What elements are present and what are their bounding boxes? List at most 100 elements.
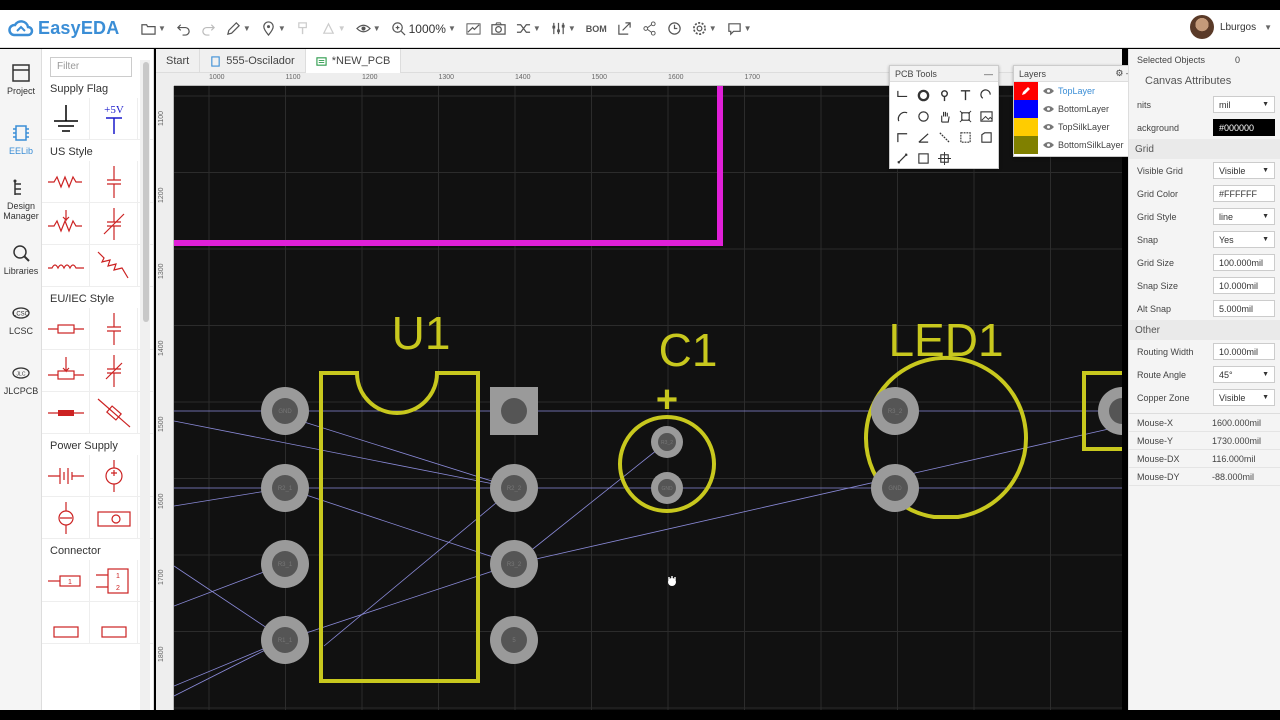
thermistor-symbol[interactable] [90,245,138,287]
route-angle-select[interactable]: 45° ▼ [1213,366,1275,383]
category-supply-flag[interactable]: Supply Flag [42,77,153,98]
potentiometer-us-symbol[interactable] [42,203,90,245]
inductor-us-symbol[interactable] [42,245,90,287]
text-tool[interactable] [955,85,976,106]
variable-capacitor-eu-symbol[interactable] [90,350,138,392]
alt-snap-field[interactable]: 5.000mil [1213,300,1275,317]
layer-row-topsilklayer[interactable]: TopSilkLayer [1014,118,1140,136]
capacitor-eu-symbol[interactable] [90,308,138,350]
current-source-symbol[interactable] [42,497,90,539]
layer-color-swatch[interactable] [1014,82,1038,100]
bom-button[interactable]: BOM [581,15,612,43]
other-section-header[interactable]: Other [1129,320,1280,340]
category-eu-iec-style[interactable]: EU/IEC Style [42,287,153,308]
header-2pin-symbol[interactable]: 12 [90,560,138,602]
layer-color-swatch[interactable] [1014,100,1038,118]
place-menu-button[interactable]: ▼ [256,15,291,43]
battery-symbol[interactable] [42,455,90,497]
nav-jlcpcb[interactable]: JLC JLCPCB [0,349,42,409]
canvas-origin-tool[interactable] [934,148,955,169]
align-button[interactable]: ▼ [316,15,351,43]
undo-button[interactable] [171,15,196,43]
copper-area-tool[interactable] [955,127,976,148]
snap-size-field[interactable]: 10.000mil [1213,277,1275,294]
pan-tool[interactable] [934,106,955,127]
arc-tool[interactable] [976,85,997,106]
layer-row-bottomlayer[interactable]: BottomLayer [1014,100,1140,118]
grid-style-select[interactable]: line ▼ [1213,208,1275,225]
rect-tool[interactable] [913,148,934,169]
solid-region-tool[interactable] [955,106,976,127]
grid-size-field[interactable]: 100.000mil [1213,254,1275,271]
pcb-canvas[interactable]: U1 GND R2_1 R3_1 R1_1 R2_2 R3_2 5 C1 + R… [174,86,1122,710]
copper-zone-select[interactable]: Visible ▼ [1213,389,1275,406]
inductor-eu-symbol[interactable] [42,392,90,434]
vcc-symbol[interactable]: +5V [90,98,138,140]
zoom-menu-button[interactable]: 1000% ▼ [386,15,461,43]
nav-libraries[interactable]: Libraries [0,229,42,289]
filter-input[interactable]: Filter [50,57,132,77]
category-us-style[interactable]: US Style [42,140,153,161]
layer-visibility-toggle[interactable] [1038,123,1058,131]
line-tool[interactable] [892,127,913,148]
track-tool[interactable] [892,85,913,106]
tools-menu-button[interactable]: ▼ [511,15,546,43]
camera-button[interactable] [486,15,511,43]
ground-symbol[interactable] [42,98,90,140]
layer-visibility-toggle[interactable] [1038,141,1058,149]
tab-schematic[interactable]: 555-Oscilador [200,49,306,73]
resistor-us-symbol[interactable] [42,161,90,203]
nav-eelib[interactable]: EELib [0,109,42,169]
edit-menu-button[interactable]: ▼ [221,15,256,43]
background-color-field[interactable]: #000000 [1213,119,1275,136]
visible-grid-select[interactable]: Visible ▼ [1213,162,1275,179]
layer-visibility-toggle[interactable] [1038,105,1058,113]
dimension-tool[interactable] [913,127,934,148]
export-button[interactable] [612,15,637,43]
share-button[interactable] [637,15,662,43]
layer-row-bottomsilklayer[interactable]: BottomSilkLayer [1014,136,1140,154]
category-connector[interactable]: Connector [42,539,153,560]
arc2-tool[interactable] [892,106,913,127]
variable-capacitor-symbol[interactable] [90,203,138,245]
grid-color-field[interactable]: #FFFFFF [1213,185,1275,202]
header-1pin-symbol[interactable]: 1 [42,560,90,602]
connect-pad-tool[interactable] [934,127,955,148]
circle-tool[interactable] [913,106,934,127]
pad-tool[interactable] [913,85,934,106]
layer-row-toplayer[interactable]: TopLayer [1014,82,1140,100]
nav-lcsc[interactable]: LCSC LCSC [0,289,42,349]
view-menu-button[interactable]: ▼ [351,15,386,43]
resistor-eu-symbol[interactable] [42,308,90,350]
voltage-source-symbol[interactable] [90,455,138,497]
user-menu[interactable]: Lburgos ▼ [1189,15,1272,39]
nav-project[interactable]: Project [0,49,42,109]
header-3pin-symbol[interactable] [42,602,90,644]
redo-button[interactable] [196,15,221,43]
routing-width-field[interactable]: 10.000mil [1213,343,1275,360]
library-scrollbar-thumb[interactable] [143,62,149,322]
snap-select[interactable]: Yes ▼ [1213,231,1275,248]
header-4pin-symbol[interactable] [90,602,138,644]
history-button[interactable] [662,15,687,43]
layer-color-swatch[interactable] [1014,136,1038,154]
measure-tool[interactable] [892,148,913,169]
help-menu-button[interactable]: ▼ [722,15,757,43]
file-menu-button[interactable]: ▼ [136,15,171,43]
layer-color-swatch[interactable] [1014,118,1038,136]
category-power-supply[interactable]: Power Supply [42,434,153,455]
ac-source-symbol[interactable] [90,497,138,539]
fabrication-menu-button[interactable]: ▼ [546,15,581,43]
minimize-icon[interactable]: — [984,69,993,79]
layer-visibility-toggle[interactable] [1038,87,1058,95]
nav-design-manager[interactable]: Design Manager [0,169,42,229]
route-button[interactable] [461,15,486,43]
fuse-symbol[interactable] [90,392,138,434]
hole-tool[interactable] [976,127,997,148]
grid-section-header[interactable]: Grid [1129,139,1280,159]
tab-start[interactable]: Start [156,49,201,73]
settings-menu-button[interactable]: ▼ [687,15,722,43]
format-painter-button[interactable] [291,15,316,43]
tab-pcb[interactable]: *NEW_PCB [305,49,402,73]
units-select[interactable]: mil ▼ [1213,96,1275,113]
